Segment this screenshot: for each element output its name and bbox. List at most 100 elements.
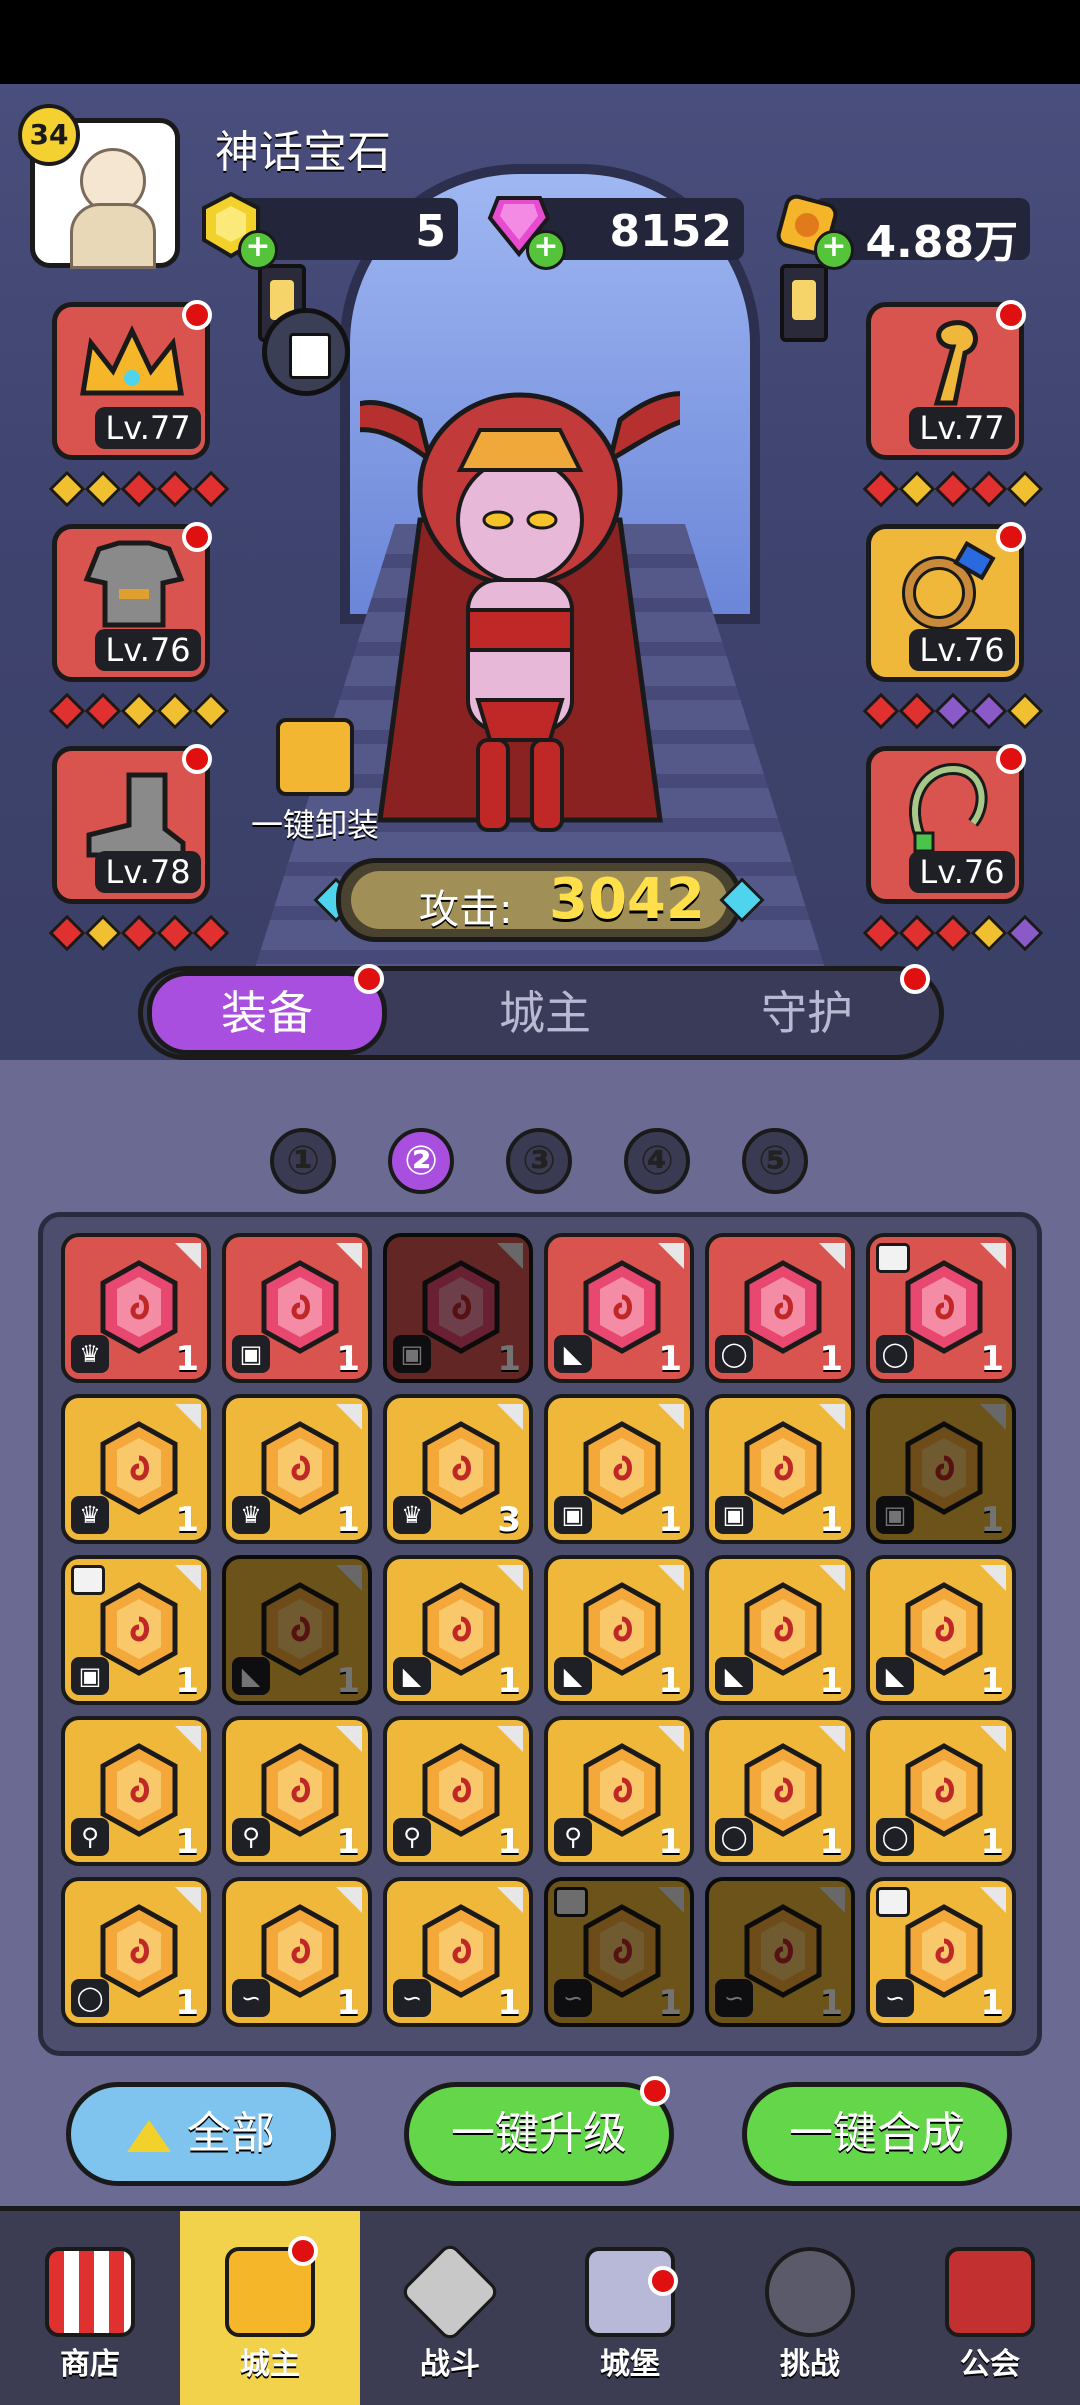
add-pink-crystal-button[interactable]: + [526, 230, 566, 270]
attack-value: 3042 [549, 867, 705, 932]
slot-level: Lv.77 [909, 407, 1015, 449]
hero-character[interactable] [360, 360, 680, 860]
boot-icon: ◣ [554, 1657, 592, 1695]
gem-cell[interactable]: ◯ 1 [866, 1233, 1016, 1383]
crown-icon: ♛ [232, 1496, 270, 1534]
corner-marker [497, 1404, 523, 1430]
gem-cell[interactable]: ♛ 1 [61, 1394, 211, 1544]
add-gold-coin-button[interactable]: + [814, 230, 854, 270]
gem-cell[interactable]: ▣ 1 [222, 1233, 372, 1383]
tab-guard[interactable]: 守护 [687, 971, 927, 1055]
swords-icon [399, 2241, 501, 2343]
amber-gem-icon [744, 1421, 822, 1515]
currency-value: 8152 [609, 206, 732, 257]
amber-gem-icon [100, 1421, 178, 1515]
notification-dot [996, 744, 1026, 774]
gem-cell[interactable]: ⚲ 1 [383, 1716, 533, 1866]
corner-marker [658, 1243, 684, 1269]
gem-cell[interactable]: ⚲ 1 [222, 1716, 372, 1866]
slot-star-diamonds [48, 914, 230, 952]
gem-count: 1 [175, 1661, 199, 1701]
nav-battle[interactable]: 战斗 [360, 2211, 540, 2405]
corner-marker [980, 1726, 1006, 1752]
gem-count: 1 [819, 1661, 843, 1701]
gem-count: 1 [175, 1339, 199, 1379]
corner-marker [336, 1243, 362, 1269]
gem-cell[interactable]: ◯ 1 [866, 1716, 1016, 1866]
gem-cell[interactable]: ◣ 1 [544, 1233, 694, 1383]
page-button-1[interactable]: ① [270, 1128, 336, 1194]
slot-level: Lv.76 [95, 629, 201, 671]
ring-icon: ◯ [715, 1335, 753, 1373]
upgrade-all-button[interactable]: 一键升级 [404, 2082, 674, 2186]
corner-marker [980, 1565, 1006, 1591]
boot-icon: ◣ [554, 1335, 592, 1373]
gem-cell[interactable]: ◣ 1 [866, 1555, 1016, 1705]
slot-level: Lv.77 [95, 407, 201, 449]
page-button-2[interactable]: ② [388, 1128, 454, 1194]
amber-gem-icon [422, 1904, 500, 1998]
gem-cell[interactable]: ⚲ 1 [61, 1716, 211, 1866]
gem-count: 1 [980, 1661, 1004, 1701]
gem-cell[interactable]: ∽ 1 [544, 1877, 694, 2027]
page-button-3[interactable]: ③ [506, 1128, 572, 1194]
ruby-gem-icon [744, 1260, 822, 1354]
page-button-5[interactable]: ⑤ [742, 1128, 808, 1194]
banner-icon [945, 2247, 1035, 2337]
nav-challenge[interactable]: 挑战 [720, 2211, 900, 2405]
crown-icon [80, 325, 184, 396]
gem-count: 1 [497, 1822, 521, 1862]
scroll-info-button[interactable] [262, 308, 350, 396]
armor-icon: ▣ [232, 1335, 270, 1373]
nav-shop[interactable]: 商店 [0, 2211, 180, 2405]
amber-gem-icon [261, 1743, 339, 1837]
gem-cell[interactable]: ◣ 1 [383, 1555, 533, 1705]
ruby-gem-icon [261, 1260, 339, 1354]
gem-cell[interactable]: ◯ 1 [705, 1716, 855, 1866]
gem-cell[interactable]: ◯ 1 [61, 1877, 211, 2027]
slot-star-diamonds [862, 914, 1044, 952]
add-yellow-gem-button[interactable]: + [238, 230, 278, 270]
gem-cell[interactable]: ♛ 1 [61, 1233, 211, 1383]
nav-guild[interactable]: 公会 [900, 2211, 1080, 2405]
gem-cell[interactable]: ◣ 1 [222, 1555, 372, 1705]
unequip-all-button[interactable]: 一键卸装 [240, 718, 390, 846]
nav-castle[interactable]: 城堡 [540, 2211, 720, 2405]
gem-count: 1 [336, 1983, 360, 2023]
gem-count: 1 [336, 1661, 360, 1701]
gem-cell[interactable]: ⚲ 1 [544, 1716, 694, 1866]
armor-icon: ▣ [71, 1657, 109, 1695]
gem-cell[interactable]: ▣ 1 [866, 1394, 1016, 1544]
page-button-4[interactable]: ④ [624, 1128, 690, 1194]
gem-cell[interactable]: ∽ 1 [705, 1877, 855, 2027]
corner-marker [175, 1887, 201, 1913]
gem-cell[interactable]: ◯ 1 [705, 1233, 855, 1383]
gem-cell[interactable]: ♛ 3 [383, 1394, 533, 1544]
gem-count: 1 [980, 1822, 1004, 1862]
gem-cell[interactable]: ▣ 1 [544, 1394, 694, 1544]
gem-cell[interactable]: ∽ 1 [222, 1877, 372, 2027]
gem-count: 1 [175, 1983, 199, 2023]
shop-icon [45, 2247, 135, 2337]
amber-gem-icon [261, 1421, 339, 1515]
corner-marker [819, 1404, 845, 1430]
tab-equipment[interactable]: 装备 [147, 971, 387, 1055]
gem-cell[interactable]: ♛ 1 [222, 1394, 372, 1544]
gem-cell[interactable]: ◣ 1 [705, 1555, 855, 1705]
tab-lord[interactable]: 城主 [425, 971, 665, 1055]
gem-cell[interactable]: ∽ 1 [383, 1877, 533, 2027]
corner-marker [336, 1726, 362, 1752]
nav-label: 商店 [60, 2347, 120, 2382]
gem-cell[interactable]: ▣ 1 [61, 1555, 211, 1705]
amber-gem-icon [744, 1582, 822, 1676]
filter-all-button[interactable]: 全部 [66, 2082, 336, 2186]
nav-lord[interactable]: 城主 [180, 2211, 360, 2405]
gem-cell[interactable]: ◣ 1 [544, 1555, 694, 1705]
gem-count: 1 [658, 1983, 682, 2023]
amber-gem-icon [422, 1743, 500, 1837]
gem-cell[interactable]: ▣ 1 [383, 1233, 533, 1383]
gem-count: 1 [980, 1339, 1004, 1379]
gem-cell[interactable]: ∽ 1 [866, 1877, 1016, 2027]
gem-cell[interactable]: ▣ 1 [705, 1394, 855, 1544]
combine-all-button[interactable]: 一键合成 [742, 2082, 1012, 2186]
